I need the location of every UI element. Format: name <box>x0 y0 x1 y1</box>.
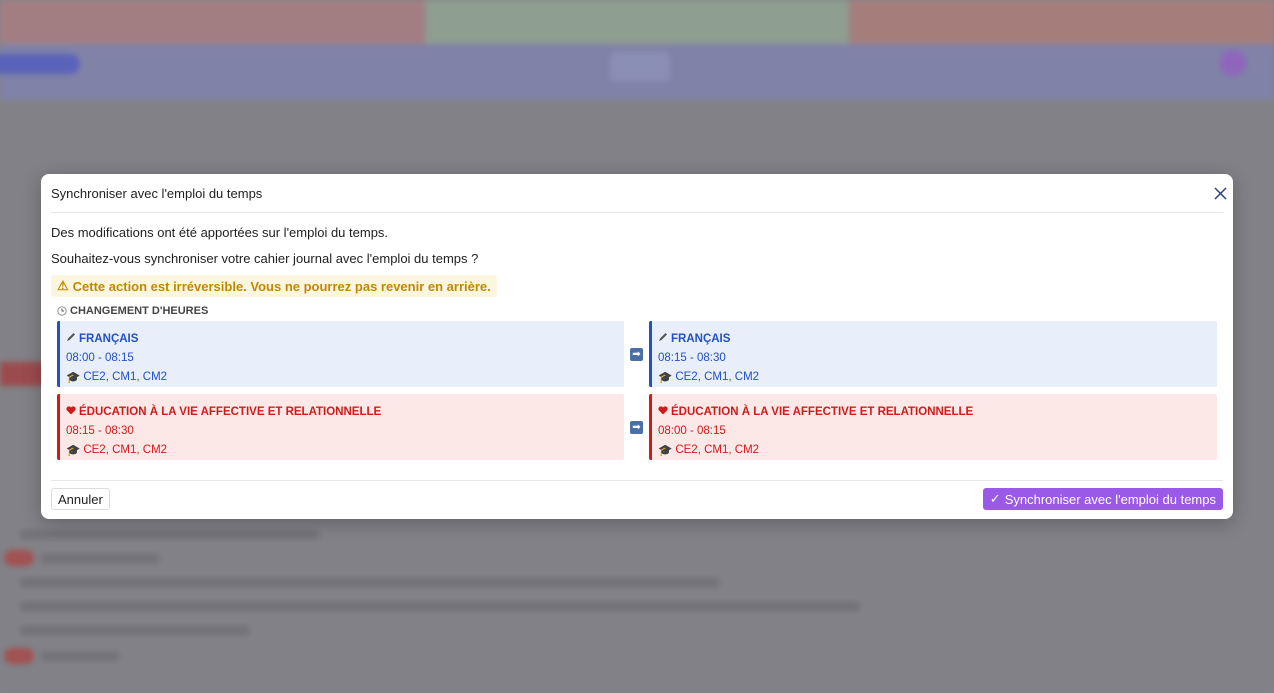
card-subject: ÉDUCATION À LA VIE AFFECTIVE ET RELATION… <box>658 402 1217 421</box>
classes-label: CE2, CM1, CM2 <box>83 443 168 456</box>
change-card-after: FRANÇAIS 08:15 - 08:30 🎓 CE2, CM1, CM2 <box>649 321 1217 387</box>
subject-label: FRANÇAIS <box>671 332 731 345</box>
warning-icon: ⚠ <box>57 278 69 293</box>
card-classes: 🎓 CE2, CM1, CM2 <box>658 440 1217 459</box>
subject-label: ÉDUCATION À LA VIE AFFECTIVE ET RELATION… <box>671 405 974 418</box>
heart-icon <box>66 405 76 418</box>
graduation-cap-icon: 🎓 <box>66 371 81 384</box>
card-subject: FRANÇAIS <box>658 329 1217 348</box>
dialog-header: Synchroniser avec l'emploi du temps <box>51 174 1223 213</box>
check-icon: ✓ <box>989 491 1001 506</box>
section-title: CHANGEMENT D'HEURES <box>57 305 208 317</box>
close-icon <box>1213 186 1227 200</box>
dialog-message-2: Souhaitez-vous synchroniser votre cahier… <box>51 251 479 266</box>
warning-banner: ⚠ Cette action est irréversible. Vous ne… <box>51 275 497 297</box>
sync-button[interactable]: ✓ Synchroniser avec l'emploi du temps <box>982 488 1223 510</box>
time-range: 08:00 - 08:15 <box>658 424 726 437</box>
classes-label: CE2, CM1, CM2 <box>675 443 760 456</box>
card-subject: FRANÇAIS <box>66 329 624 348</box>
classes-label: CE2, CM1, CM2 <box>83 370 168 383</box>
card-classes: 🎓 CE2, CM1, CM2 <box>66 440 624 459</box>
graduation-cap-icon: 🎓 <box>658 444 673 457</box>
pencil-icon <box>658 332 668 345</box>
card-classes: 🎓 CE2, CM1, CM2 <box>66 367 624 386</box>
card-subject: ÉDUCATION À LA VIE AFFECTIVE ET RELATION… <box>66 402 624 421</box>
subject-label: FRANÇAIS <box>79 332 139 345</box>
change-card-before: FRANÇAIS 08:00 - 08:15 🎓 CE2, CM1, CM2 <box>57 321 624 387</box>
cancel-button[interactable]: Annuler <box>51 488 110 510</box>
heart-icon <box>658 405 668 418</box>
card-classes: 🎓 CE2, CM1, CM2 <box>658 367 1217 386</box>
right-arrow-icon: ➡ <box>630 421 643 434</box>
time-range: 08:15 - 08:30 <box>66 424 134 437</box>
change-card-before: ÉDUCATION À LA VIE AFFECTIVE ET RELATION… <box>57 394 624 460</box>
right-arrow-icon: ➡ <box>630 348 643 361</box>
pencil-icon <box>66 332 76 345</box>
subject-label: ÉDUCATION À LA VIE AFFECTIVE ET RELATION… <box>79 405 382 418</box>
graduation-cap-icon: 🎓 <box>66 444 81 457</box>
classes-label: CE2, CM1, CM2 <box>675 370 760 383</box>
dialog-title: Synchroniser avec l'emploi du temps <box>51 185 263 201</box>
sync-dialog: Synchroniser avec l'emploi du temps Des … <box>41 174 1233 519</box>
clock-icon <box>57 306 67 316</box>
graduation-cap-icon: 🎓 <box>658 371 673 384</box>
warning-text: Cette action est irréversible. Vous ne p… <box>72 278 491 294</box>
time-range: 08:15 - 08:30 <box>658 351 726 364</box>
time-range: 08:00 - 08:15 <box>66 351 134 364</box>
footer-divider <box>51 480 1223 481</box>
section-title-text: CHANGEMENT D'HEURES <box>70 305 209 317</box>
change-card-after: ÉDUCATION À LA VIE AFFECTIVE ET RELATION… <box>649 394 1217 460</box>
dialog-message-1: Des modifications ont été apportées sur … <box>51 225 389 240</box>
sync-button-label: Synchroniser avec l'emploi du temps <box>1004 491 1216 507</box>
close-button[interactable] <box>1211 184 1229 202</box>
